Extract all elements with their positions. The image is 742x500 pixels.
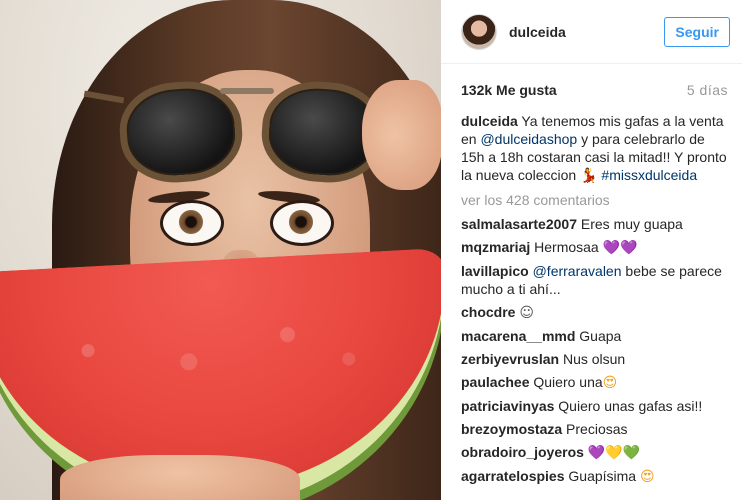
photo-fingers: [60, 455, 300, 500]
comment-text: Guapa: [575, 328, 622, 344]
avatar[interactable]: [461, 13, 497, 50]
comment-username[interactable]: chocdre: [461, 304, 515, 320]
comment-mention[interactable]: @ferraravalen: [533, 263, 622, 279]
purple-heart-icon: 💜💜: [602, 240, 638, 256]
comment-text: Preciosas: [562, 421, 628, 437]
comment-item: chocdre ☺: [461, 303, 728, 322]
comment-item: lavillapico @ferraravalen bebe se parece…: [461, 262, 728, 298]
follow-button[interactable]: Seguir: [664, 16, 730, 47]
comment-username[interactable]: patriciavinyas: [461, 398, 554, 414]
smile-icon: ☺: [519, 305, 534, 321]
photo-hand: [362, 80, 441, 190]
comment-username[interactable]: brezoymostaza: [461, 421, 562, 437]
post-time: 5 días: [686, 82, 728, 98]
sunglasses-lens-left: [116, 77, 246, 187]
instagram-post: dulceida Seguir 132k Me gusta 5 días dul…: [0, 0, 742, 500]
post-meta: 132k Me gusta 5 días: [441, 64, 742, 106]
comment-username[interactable]: salmalasarte2007: [461, 216, 577, 232]
comment-username[interactable]: zerbiyevruslan: [461, 351, 559, 367]
comment-username[interactable]: agarratelospies: [461, 468, 565, 484]
comment-item: salmalasarte2007 Eres muy guapa: [461, 215, 728, 233]
post-photo[interactable]: [0, 0, 441, 500]
comments-feed: dulceida Ya tenemos mis gafas a la venta…: [441, 106, 742, 491]
likes-count[interactable]: 132k Me gusta: [461, 82, 557, 98]
heart-eyes-icon: 😍: [639, 469, 655, 485]
comment-item: patriciavinyas Quiero unas gafas asi!!: [461, 397, 728, 415]
comment-item: macarena__mmd Guapa: [461, 327, 728, 345]
dancer-icon: 💃: [580, 168, 598, 184]
comment-text: Hermosaa: [530, 239, 599, 255]
comment-text: Eres muy guapa: [577, 216, 683, 232]
comment-text: Nus olsun: [559, 351, 626, 367]
heart-eyes-icon: 😍: [602, 375, 618, 391]
comment-item: agarratelospies Guapísima 😍: [461, 467, 728, 486]
comment-username[interactable]: macarena__mmd: [461, 328, 575, 344]
photo-eye-left: [160, 200, 224, 246]
load-more-comments[interactable]: ver los 428 comentarios: [461, 191, 728, 209]
post-username[interactable]: dulceida: [509, 24, 664, 40]
comment-username[interactable]: lavillapico: [461, 263, 529, 279]
post-header: dulceida Seguir: [441, 0, 742, 64]
sunglasses-bridge: [220, 88, 274, 94]
post-caption: dulceida Ya tenemos mis gafas a la venta…: [461, 112, 728, 185]
comment-item: obradoiro_joyeros 💜💛💚: [461, 443, 728, 462]
comment-item: zerbiyevruslan Nus olsun: [461, 350, 728, 368]
colored-hearts-icon: 💜💛💚: [587, 445, 641, 461]
comment-item: mqzmariaj Hermosaa 💜💜: [461, 238, 728, 257]
comment-text: Guapísima: [564, 468, 640, 484]
comment-username[interactable]: paulachee: [461, 374, 529, 390]
caption-username[interactable]: dulceida: [461, 113, 518, 129]
comment-item: brezoymostaza Preciosas: [461, 420, 728, 438]
comment-username[interactable]: mqzmariaj: [461, 239, 530, 255]
comment-item: paulachee Quiero una😍: [461, 373, 728, 392]
caption-mention[interactable]: @dulceidashop: [480, 131, 577, 147]
post-side-panel: dulceida Seguir 132k Me gusta 5 días dul…: [441, 0, 742, 500]
comment-username[interactable]: obradoiro_joyeros: [461, 444, 584, 460]
comment-text: Quiero unas gafas asi!!: [554, 398, 703, 414]
photo-eye-right: [270, 200, 334, 246]
caption-hashtag[interactable]: #missxdulceida: [601, 167, 697, 183]
comment-text: Quiero una: [529, 374, 603, 390]
photo-sunglasses: [83, 72, 420, 187]
